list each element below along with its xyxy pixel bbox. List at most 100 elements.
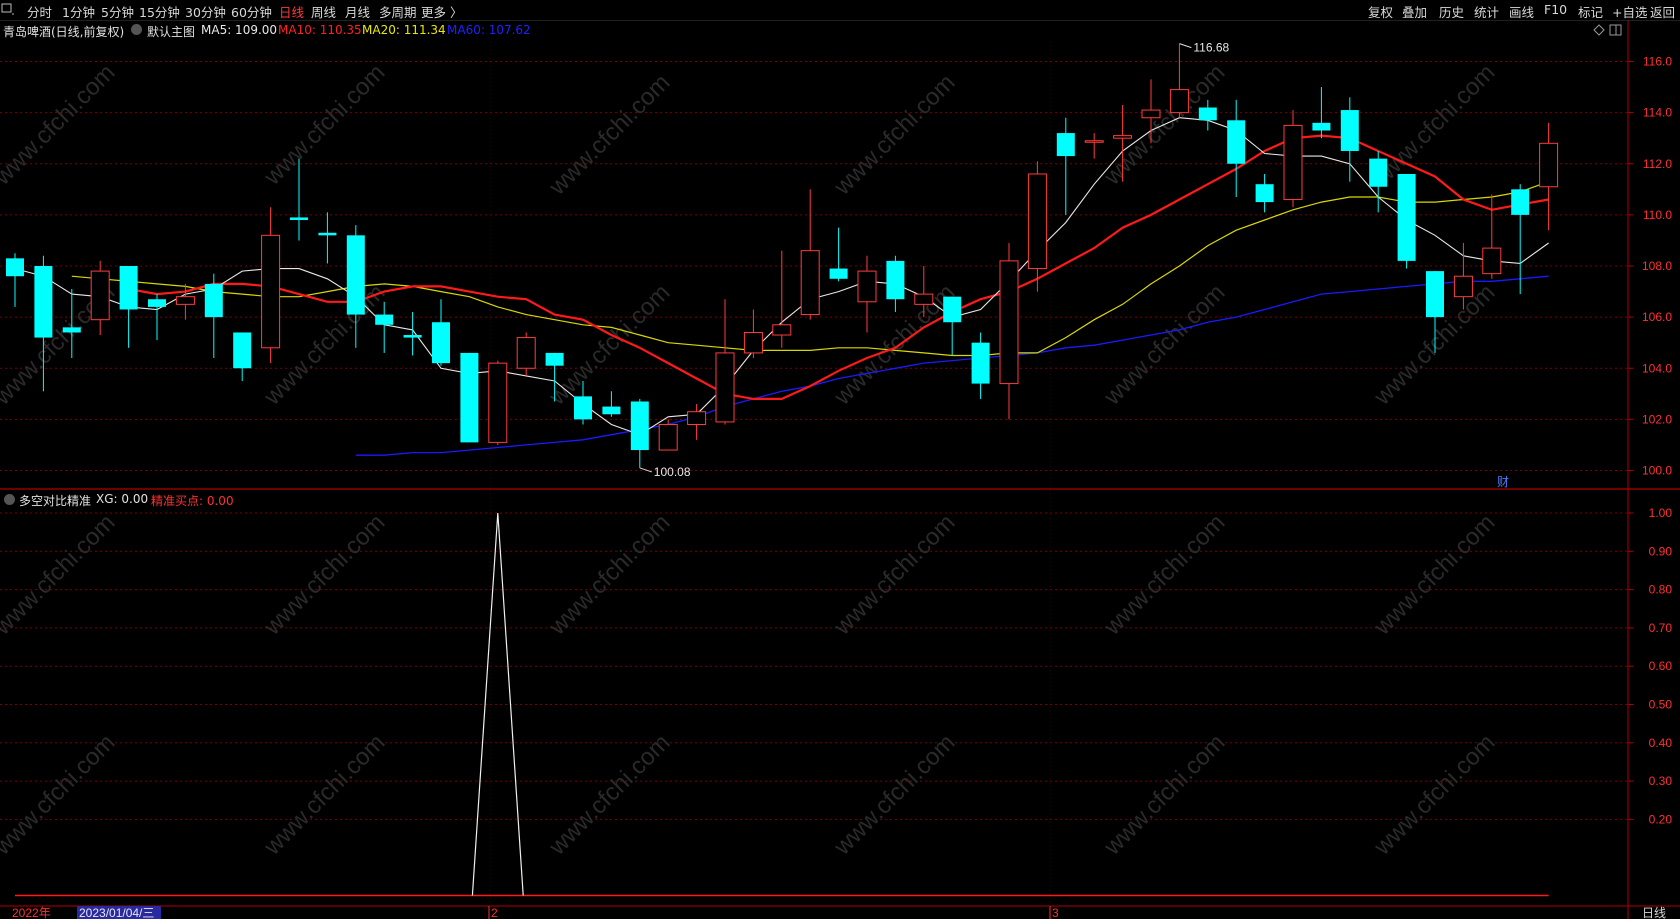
candle-body [432,322,450,364]
price-tick-label: 104.0 [1642,361,1672,375]
window-icon[interactable] [1609,24,1622,39]
indicator-tick-label: 1.00 [1649,506,1673,520]
price-tick-label: 106.0 [1642,310,1672,324]
watermark-text: www.cfchi.com [1368,509,1500,641]
candle-body [1027,173,1047,270]
candle-body [318,232,337,236]
watermark-text: www.cfchi.com [258,59,390,191]
candle-body [460,352,479,443]
indicator-tick-label: 0.30 [1649,774,1673,788]
ma5-label: MA5: 109.00 [201,23,278,37]
ma10-label: MA10: 110.35 [278,23,362,37]
candle-body [1056,133,1075,157]
indicator-tick-label: 0.60 [1649,659,1673,673]
watermark-text: www.cfchi.com [828,509,960,641]
watermark-text: www.cfchi.com [543,69,675,201]
high-pointer [1179,43,1192,49]
candle-body [999,260,1019,385]
candle-body [1482,247,1502,275]
candle-body [119,266,138,310]
candle-body [1369,158,1388,187]
period-label: 日线 [1642,906,1666,919]
ma60-label: MA60: 107.62 [447,23,531,37]
candle-body [62,327,81,333]
indicator-tick-label: 0.40 [1649,736,1673,750]
watermark-text: www.cfchi.com [0,729,120,861]
watermark-text: www.cfchi.com [543,279,675,411]
candle-body [943,296,962,323]
candle-body [715,352,735,423]
watermark-text: www.cfchi.com [543,509,675,641]
candle-body [34,266,53,338]
watermark-text: www.cfchi.com [1368,59,1500,191]
price-tick-label: 108.0 [1642,259,1672,273]
indicator-tick-label: 0.70 [1649,621,1673,635]
candle-body [1397,173,1416,261]
price-tick-label: 102.0 [1642,412,1672,426]
watermark-text: www.cfchi.com [0,59,120,191]
watermark-text: www.cfchi.com [1098,729,1230,861]
candle-body [1283,124,1303,201]
indicator-tick-label: 0.90 [1649,544,1673,558]
ma20-label: MA20: 111.34 [362,23,446,37]
candle-body [1340,110,1359,151]
candle-body [175,296,195,305]
watermark-text: www.cfchi.com [828,69,960,201]
kline-chart[interactable]: 116.0 114.0 112.0 110.0 108.0 106.0 104.0 102.0… [0,0,1680,919]
candle-body [886,260,905,300]
cursor-date-label: 2023/01/04/三 [79,906,154,919]
price-tick-label: 116.0 [1643,55,1672,69]
candle-body [829,268,848,279]
candle-body [90,270,110,321]
stock-name: 青岛啤酒(日线,前复权) [3,25,125,39]
watermark-text: www.cfchi.com [258,509,390,641]
candle-body [1312,122,1331,131]
month-label: 3 [1052,906,1059,919]
price-tick-label: 110.0 [1643,208,1672,222]
candle-body [375,314,394,325]
candle-body [914,293,934,305]
candle-body [346,235,365,315]
candle-body [488,362,508,443]
candle-body [1227,120,1246,164]
candle-body [687,411,707,425]
diamond-icon[interactable] [1593,24,1605,39]
candle-body [1426,271,1444,318]
watermark-text: www.cfchi.com [0,509,120,641]
indicator-tick-label: 0.80 [1649,583,1673,597]
indicator-name[interactable]: 多空对比精准 [19,492,91,509]
buy-point-label: 精准买点: 0.00 [151,494,234,508]
candle-body [1453,275,1473,298]
candle-body [1511,189,1530,215]
candle-body [545,352,564,366]
year-label: 2022年 [12,906,51,919]
template-label[interactable]: 默认主图 [147,23,195,40]
xg-label: XG: 0.00 [96,492,149,506]
candle-body [148,299,166,307]
candle-body [1255,184,1274,203]
candle-body [1084,140,1104,143]
price-tick-label: 100.0 [1642,464,1672,478]
candle-body [261,234,281,349]
settings-dot-icon[interactable] [131,24,142,35]
indicator-settings-icon[interactable] [4,494,15,505]
watermark-text: www.cfchi.com [1098,279,1230,411]
candle-body [1169,89,1189,114]
month-label: 2 [491,906,498,919]
high-label: 116.68 [1193,41,1229,55]
candle-body [630,401,649,451]
candle-body [290,217,308,220]
indicator-tick-label: 0.20 [1649,812,1673,826]
watermark-text: www.cfchi.com [543,729,675,861]
candle-body [1198,107,1217,121]
candle-body [772,324,792,336]
candle-body [1113,135,1133,139]
candle-body [800,250,820,316]
watermark-text: www.cfchi.com [258,729,390,861]
candle-body [602,406,621,415]
watermark-text: www.cfchi.com [828,729,960,861]
candle-body [658,423,678,451]
candle-body [1539,142,1559,188]
candle-body [574,396,592,420]
candle-body [6,258,24,277]
